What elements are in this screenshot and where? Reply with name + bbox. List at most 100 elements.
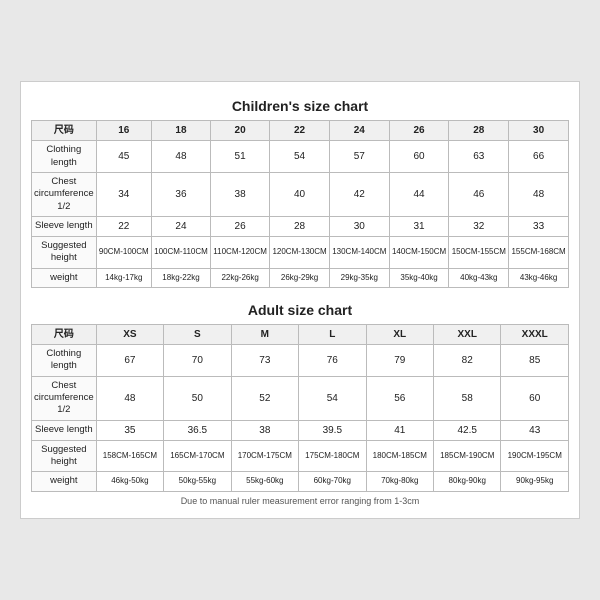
adult-cell-3-3: 175CM-180CM xyxy=(299,440,366,472)
adult-cell-4-3: 60kg-70kg xyxy=(299,472,366,491)
adult-table-row: Clothing length67707376798285 xyxy=(32,345,569,377)
adult-cell-2-4: 41 xyxy=(366,420,433,440)
adult-col-header-6: XXL xyxy=(434,325,501,345)
adult-cell-1-3: 54 xyxy=(299,376,366,420)
adult-cell-1-4: 56 xyxy=(366,376,433,420)
children-table-row: Suggested height90CM-100CM100CM-110CM110… xyxy=(32,236,569,268)
children-col-header-2: 18 xyxy=(151,121,210,141)
adult-cell-1-6: 60 xyxy=(501,376,569,420)
children-cell-1-6: 46 xyxy=(449,172,509,216)
adult-cell-2-2: 38 xyxy=(231,420,298,440)
children-col-header-7: 28 xyxy=(449,121,509,141)
adult-row-label-0: Clothing length xyxy=(32,345,97,377)
adult-cell-4-1: 50kg-55kg xyxy=(164,472,231,491)
adult-cell-3-4: 180CM-185CM xyxy=(366,440,433,472)
children-cell-0-3: 54 xyxy=(270,141,330,173)
children-cell-3-6: 150CM-155CM xyxy=(449,236,509,268)
children-cell-3-2: 110CM-120CM xyxy=(211,236,270,268)
footnote: Due to manual ruler measurement error ra… xyxy=(31,492,569,508)
children-cell-2-7: 33 xyxy=(509,216,569,236)
adult-cell-0-5: 82 xyxy=(434,345,501,377)
adult-cell-3-1: 165CM-170CM xyxy=(164,440,231,472)
adult-col-header-1: XS xyxy=(96,325,163,345)
children-cell-2-5: 31 xyxy=(389,216,449,236)
adult-col-header-5: XL xyxy=(366,325,433,345)
children-cell-0-6: 63 xyxy=(449,141,509,173)
adult-row-label-3: Suggested height xyxy=(32,440,97,472)
children-cell-3-1: 100CM-110CM xyxy=(151,236,210,268)
adult-row-label-2: Sleeve length xyxy=(32,420,97,440)
children-cell-4-4: 29kg-35kg xyxy=(329,268,389,287)
children-cell-3-3: 120CM-130CM xyxy=(270,236,330,268)
adult-cell-2-3: 39.5 xyxy=(299,420,366,440)
adult-col-header-7: XXXL xyxy=(501,325,569,345)
adult-col-header-3: M xyxy=(231,325,298,345)
adult-table-row: Suggested height158CM-165CM165CM-170CM 17… xyxy=(32,440,569,472)
children-cell-0-5: 60 xyxy=(389,141,449,173)
children-chart-title: Children's size chart xyxy=(31,92,569,120)
children-row-label-0: Clothing length xyxy=(32,141,97,173)
children-col-header-1: 16 xyxy=(96,121,151,141)
adult-row-label-1: Chest circumference 1/2 xyxy=(32,376,97,420)
children-cell-0-7: 66 xyxy=(509,141,569,173)
size-chart-container: Children's size chart 尺码1618202224262830… xyxy=(20,81,580,519)
adult-cell-3-6: 190CM-195CM xyxy=(501,440,569,472)
children-cell-2-1: 24 xyxy=(151,216,210,236)
children-cell-4-6: 40kg-43kg xyxy=(449,268,509,287)
children-cell-1-7: 48 xyxy=(509,172,569,216)
adult-cell-0-1: 70 xyxy=(164,345,231,377)
children-header-row: 尺码1618202224262830 xyxy=(32,121,569,141)
adult-cell-4-6: 90kg-95kg xyxy=(501,472,569,491)
children-table-row: Clothing length4548515457606366 xyxy=(32,141,569,173)
children-cell-3-0: 90CM-100CM xyxy=(96,236,151,268)
adult-cell-1-2: 52 xyxy=(231,376,298,420)
children-cell-1-1: 36 xyxy=(151,172,210,216)
adult-cell-2-6: 43 xyxy=(501,420,569,440)
children-table-row: Chest circumference 1/23436384042444648 xyxy=(32,172,569,216)
children-cell-3-7: 155CM-168CM xyxy=(509,236,569,268)
adult-table: 尺码XSSMLXLXXLXXXL Clothing length67707376… xyxy=(31,324,569,492)
children-cell-2-3: 28 xyxy=(270,216,330,236)
children-cell-2-6: 32 xyxy=(449,216,509,236)
children-cell-3-5: 140CM-150CM xyxy=(389,236,449,268)
children-cell-0-2: 51 xyxy=(211,141,270,173)
children-cell-1-0: 34 xyxy=(96,172,151,216)
children-cell-4-2: 22kg-26kg xyxy=(211,268,270,287)
children-row-label-1: Chest circumference 1/2 xyxy=(32,172,97,216)
adult-cell-3-5: 185CM-190CM xyxy=(434,440,501,472)
adult-cell-1-5: 58 xyxy=(434,376,501,420)
children-col-header-4: 22 xyxy=(270,121,330,141)
adult-header-row: 尺码XSSMLXLXXLXXXL xyxy=(32,325,569,345)
adult-cell-4-5: 80kg-90kg xyxy=(434,472,501,491)
adult-cell-1-1: 50 xyxy=(164,376,231,420)
children-row-label-4: weight xyxy=(32,268,97,287)
adult-chart-title: Adult size chart xyxy=(31,296,569,324)
children-cell-1-3: 40 xyxy=(270,172,330,216)
children-table: 尺码1618202224262830 Clothing length454851… xyxy=(31,120,569,288)
children-cell-0-4: 57 xyxy=(329,141,389,173)
adult-cell-4-4: 70kg-80kg xyxy=(366,472,433,491)
adult-col-header-2: S xyxy=(164,325,231,345)
children-cell-2-4: 30 xyxy=(329,216,389,236)
children-cell-0-0: 45 xyxy=(96,141,151,173)
children-col-header-5: 24 xyxy=(329,121,389,141)
adult-cell-4-2: 55kg-60kg xyxy=(231,472,298,491)
adult-col-header-4: L xyxy=(299,325,366,345)
adult-table-row: Sleeve length3536.53839.54142.543 xyxy=(32,420,569,440)
children-cell-2-2: 26 xyxy=(211,216,270,236)
children-table-row: weight14kg-17kg18kg-22kg22kg-26kg26kg-29… xyxy=(32,268,569,287)
children-cell-2-0: 22 xyxy=(96,216,151,236)
adult-cell-3-0: 158CM-165CM xyxy=(96,440,163,472)
children-cell-1-5: 44 xyxy=(389,172,449,216)
adult-table-row: weight46kg-50kg50kg-55kg55kg-60kg60kg-70… xyxy=(32,472,569,491)
children-cell-4-5: 35kg-40kg xyxy=(389,268,449,287)
adult-col-header-0: 尺码 xyxy=(32,325,97,345)
children-cell-4-7: 43kg-46kg xyxy=(509,268,569,287)
adult-cell-0-4: 79 xyxy=(366,345,433,377)
adult-cell-4-0: 46kg-50kg xyxy=(96,472,163,491)
children-col-header-3: 20 xyxy=(211,121,270,141)
children-row-label-3: Suggested height xyxy=(32,236,97,268)
children-col-header-0: 尺码 xyxy=(32,121,97,141)
children-col-header-8: 30 xyxy=(509,121,569,141)
children-cell-1-4: 42 xyxy=(329,172,389,216)
